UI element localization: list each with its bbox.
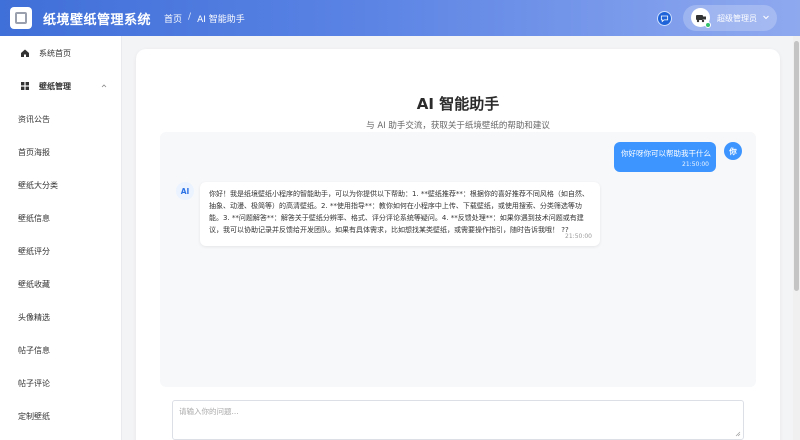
user-avatar-icon (695, 14, 706, 22)
sidebar-item-categories[interactable]: 壁纸大分类 (0, 175, 122, 195)
sidebar-item-label: 壁纸大分类 (18, 181, 58, 190)
sidebar-item-post-comments[interactable]: 帖子评论 (0, 373, 122, 393)
sidebar-item-label: 壁纸信息 (18, 214, 50, 223)
sidebar-item-wallpaper-info[interactable]: 壁纸信息 (0, 208, 122, 228)
sidebar-item-announcements[interactable]: 资讯公告 (0, 109, 122, 129)
message-text: 你好！我是纸境壁纸小程序的智能助手，可以为你提供以下帮助：1. **壁纸推荐**… (209, 190, 589, 234)
question-input-wrapper (172, 400, 744, 440)
resize-handle-icon[interactable] (735, 431, 741, 437)
user-name: 超级管理员 (717, 14, 757, 23)
sidebar-item-ratings[interactable]: 壁纸评分 (0, 241, 122, 261)
message-text: 你好呀你可以帮助我干什么 (621, 149, 711, 158)
sidebar-item-label: 壁纸管理 (39, 82, 71, 91)
sidebar-item-label: 首页海报 (18, 148, 50, 157)
user-avatar: 你 (724, 142, 742, 160)
sidebar-item-label: 系统首页 (39, 49, 71, 58)
sidebar-item-label: 帖子评论 (18, 379, 50, 388)
chat-bubble-icon (660, 15, 669, 23)
sidebar-item-favorites[interactable]: 壁纸收藏 (0, 274, 122, 294)
sidebar-item-label: 帖子信息 (18, 346, 50, 355)
sidebar-item-label: 壁纸收藏 (18, 280, 50, 289)
sidebar-item-label: 头像精选 (18, 313, 50, 322)
breadcrumb: 首页 / AI 智能助手 (164, 12, 245, 25)
user-message-bubble: 你好呀你可以帮助我干什么 21:50:00 (614, 142, 716, 172)
breadcrumb-current: AI 智能助手 (197, 15, 245, 25)
sidebar-item-wallpaper-management[interactable]: 壁纸管理 (0, 76, 122, 96)
sidebar-item-label: 资讯公告 (18, 115, 50, 124)
page-subtitle: 与 AI 助手交流，获取关于纸境壁纸的帮助和建议 (366, 121, 550, 131)
sidebar-item-label: 壁纸评分 (18, 247, 50, 256)
chat-history[interactable]: 你好呀你可以帮助我干什么 21:50:00 你 AI 你好！我是纸境壁纸小程序的… (160, 132, 756, 387)
ai-message-bubble: 你好！我是纸境壁纸小程序的智能助手，可以为你提供以下帮助：1. **壁纸推荐**… (200, 182, 600, 246)
sidebar-item-avatars[interactable]: 头像精选 (0, 307, 122, 327)
ai-assistant-card: AI 智能助手 与 AI 助手交流，获取关于纸境壁纸的帮助和建议 你好呀你可以帮… (136, 49, 780, 440)
message-time: 21:50:00 (682, 161, 709, 168)
online-status-dot (705, 22, 711, 28)
main-content: AI 智能助手 与 AI 助手交流，获取关于纸境壁纸的帮助和建议 你好呀你可以帮… (122, 36, 800, 440)
breadcrumb-separator: / (188, 12, 192, 22)
app-logo (10, 7, 32, 29)
question-input[interactable] (173, 401, 743, 439)
chevron-up-icon (101, 84, 107, 88)
sidebar-item-posts[interactable]: 帖子信息 (0, 340, 122, 360)
messages-button[interactable] (657, 11, 672, 26)
sidebar: 系统首页 壁纸管理 资讯公告 首页海报 壁纸大分类 壁纸信息 壁纸评分 壁纸收藏… (0, 36, 122, 440)
sidebar-item-custom-wallpapers[interactable]: 定制壁纸 (0, 406, 122, 426)
avatar (691, 8, 711, 28)
scrollbar-thumb[interactable] (794, 41, 799, 291)
page-title: AI 智能助手 (416, 95, 500, 113)
chevron-down-icon (763, 15, 769, 20)
page-scrollbar[interactable] (793, 36, 800, 440)
home-icon (21, 49, 29, 57)
sidebar-item-home[interactable]: 系统首页 (0, 43, 122, 63)
grid-icon (21, 82, 29, 90)
app-title: 纸境壁纸管理系统 (43, 13, 152, 28)
top-header: 纸境壁纸管理系统 首页 / AI 智能助手 超级管理员 (0, 0, 800, 36)
user-menu[interactable]: 超级管理员 (683, 5, 777, 31)
sidebar-item-home-posters[interactable]: 首页海报 (0, 142, 122, 162)
ai-avatar: AI (176, 182, 194, 200)
message-time: 21:50:00 (565, 233, 592, 240)
sidebar-item-label: 定制壁纸 (18, 412, 50, 421)
breadcrumb-home[interactable]: 首页 (164, 12, 182, 25)
